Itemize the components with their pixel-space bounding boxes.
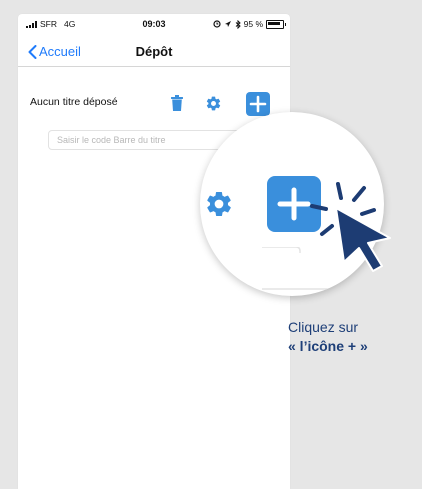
- navigation-bar: Accueil Dépôt: [18, 36, 290, 67]
- barcode-input[interactable]: [48, 130, 248, 150]
- bluetooth-icon: [235, 19, 241, 29]
- click-cursor-icon: [310, 182, 391, 272]
- page-title: Dépôt: [135, 44, 173, 59]
- location-icon: [224, 21, 231, 27]
- empty-state-label: Aucun titre déposé: [30, 96, 118, 108]
- callout-line-1: Cliquez sur: [288, 319, 359, 335]
- plus-icon: [249, 95, 267, 113]
- alarm-icon: [213, 20, 221, 28]
- status-bar: SFR 4G 09:03 95 %: [18, 14, 290, 34]
- battery-icon: [266, 19, 286, 29]
- deposit-toolbar: Aucun titre déposé: [18, 92, 290, 116]
- trash-icon[interactable]: [171, 95, 183, 111]
- gear-icon[interactable]: [205, 95, 222, 112]
- battery-percent: 95 %: [243, 19, 263, 29]
- status-right: 95 %: [213, 19, 286, 29]
- instruction-callout: Cliquez sur « l’icône + »: [288, 318, 418, 356]
- add-button[interactable]: [246, 92, 270, 116]
- zoom-gear-icon: [207, 191, 231, 217]
- callout-line-2: « l’icône + »: [288, 338, 368, 354]
